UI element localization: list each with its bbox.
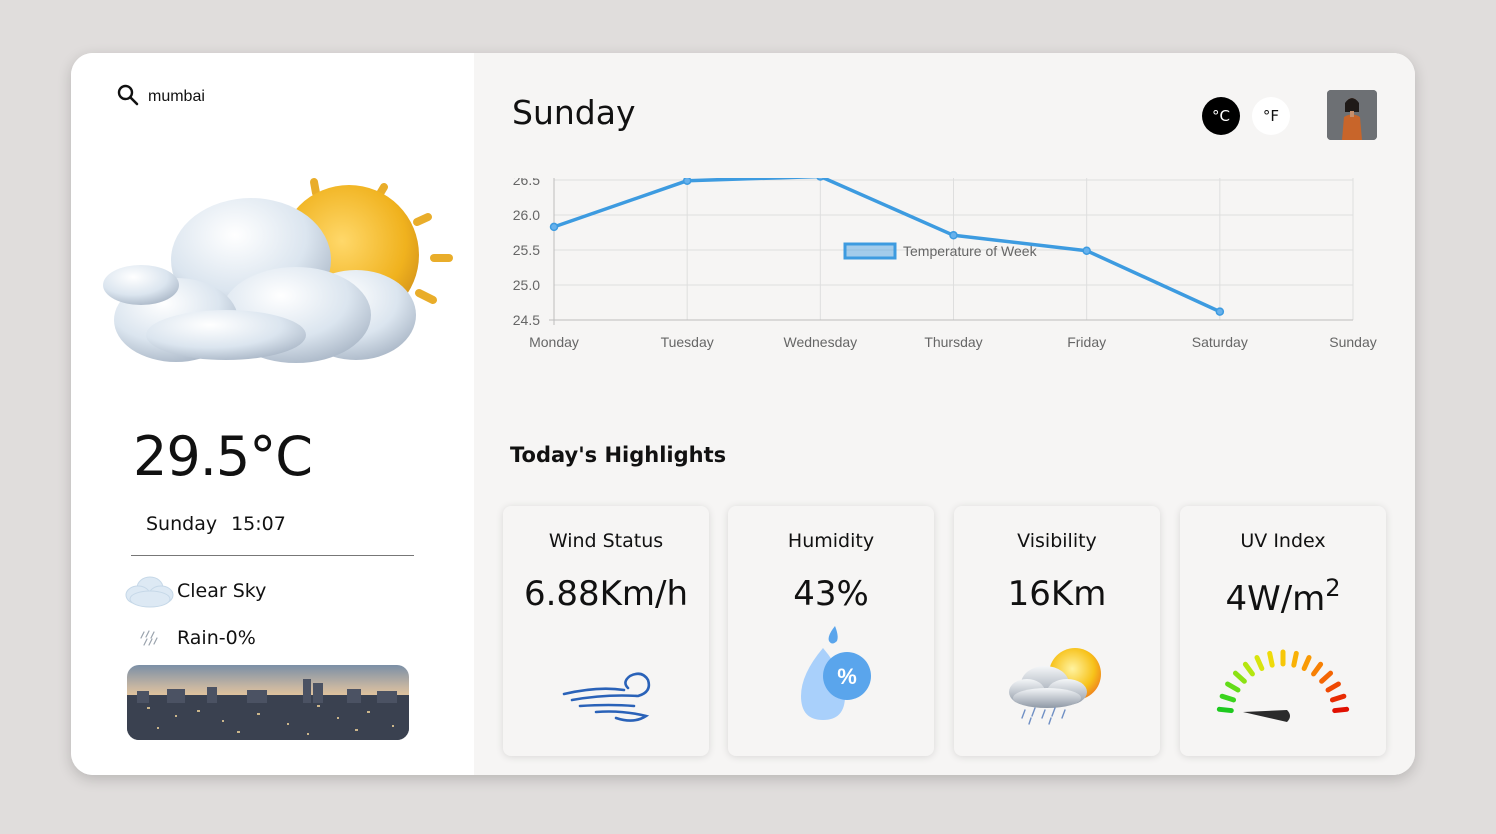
search-icon[interactable]: [116, 83, 140, 111]
gauge-tick: [1329, 693, 1347, 703]
data-point[interactable]: [816, 178, 825, 181]
uv-index-value: 4W/m: [1225, 579, 1326, 619]
right-panel: Sunday °C °F Temperature of Week 27.026.…: [474, 53, 1415, 775]
legend-label: Temperature of Week: [903, 243, 1038, 259]
gauge-tick: [1311, 661, 1324, 677]
gauge-tick: [1301, 655, 1312, 671]
gauge-tick: [1267, 650, 1275, 668]
x-tick-label: Saturday: [1192, 334, 1248, 350]
data-point[interactable]: [549, 222, 559, 232]
search-bar: [116, 83, 368, 111]
uv-index-value-wrap: 4W/m2: [1180, 574, 1386, 619]
x-tick-label: Sunday: [1329, 334, 1376, 350]
gauge-tick: [1219, 693, 1237, 703]
uv-index-card: UV Index 4W/m2: [1180, 506, 1386, 756]
x-tick-label: Friday: [1067, 334, 1106, 350]
current-day: Sunday: [146, 513, 218, 535]
visibility-label: Visibility: [1017, 530, 1097, 552]
svg-text:%: %: [837, 664, 857, 689]
data-point[interactable]: [1082, 246, 1091, 255]
data-point[interactable]: [949, 231, 958, 240]
city-image: [127, 665, 409, 740]
gauge-tick: [1232, 670, 1247, 684]
x-tick-label: Tuesday: [661, 334, 714, 350]
celsius-button[interactable]: °C: [1202, 97, 1240, 135]
gauge-tick: [1291, 650, 1299, 668]
wind-icon: [503, 670, 709, 726]
visibility-card: Visibility 16Km: [954, 506, 1160, 756]
gauge-icon: [1180, 646, 1386, 726]
condition-row: Clear Sky: [123, 573, 266, 609]
gauge-tick: [1225, 681, 1241, 693]
humidity-card: Humidity 43% %: [728, 506, 934, 756]
gauge-tick: [1332, 706, 1350, 714]
legend-swatch: [843, 242, 897, 260]
current-time: 15:07: [231, 513, 286, 535]
partly-cloudy-icon: [101, 175, 463, 370]
temperature-chart: Temperature of Week 27.026.526.025.525.0…: [513, 178, 1377, 350]
gauge-tick: [1254, 655, 1265, 671]
x-tick-label: Wednesday: [783, 334, 857, 350]
gauge-tick: [1325, 681, 1341, 693]
cloud-sun-rain-icon: [954, 646, 1160, 726]
rain-row: Rain-0%: [123, 627, 256, 649]
x-tick-label: Monday: [529, 334, 579, 350]
uv-index-unit-exponent: 2: [1325, 574, 1341, 602]
humidity-label: Humidity: [787, 530, 875, 552]
cloud-icon: [123, 573, 177, 609]
gauge-tick: [1242, 661, 1255, 677]
avatar[interactable]: [1327, 90, 1377, 140]
highlights-title: Today's Highlights: [510, 443, 727, 467]
current-temperature: 29.5°C: [133, 425, 313, 488]
x-tick-label: Thursday: [924, 334, 982, 350]
y-tick-label: 26.5: [513, 178, 540, 188]
y-tick-label: 25.0: [513, 277, 540, 293]
fahrenheit-button[interactable]: °F: [1252, 97, 1290, 135]
wind-status-value: 6.88Km/h: [523, 574, 689, 614]
current-datetime: Sunday 15:07: [146, 513, 286, 535]
rain-icon: [123, 628, 177, 648]
y-tick-label: 24.5: [513, 312, 540, 328]
uv-index-label: UV Index: [1240, 530, 1326, 552]
data-point[interactable]: [682, 178, 692, 185]
y-tick-label: 25.5: [513, 242, 540, 258]
wind-status-label: Wind Status: [548, 530, 664, 552]
rain-label: Rain-0%: [177, 627, 256, 649]
left-panel: 29.5°C Sunday 15:07 Clear Sky: [71, 53, 474, 775]
page-title: Sunday: [512, 93, 636, 132]
weather-app-card: 29.5°C Sunday 15:07 Clear Sky: [71, 53, 1415, 775]
divider: [131, 555, 414, 556]
data-point[interactable]: [1215, 307, 1225, 316]
condition-label: Clear Sky: [177, 580, 267, 602]
y-tick-label: 26.0: [513, 207, 540, 223]
humidity-drop-icon: %: [728, 626, 934, 726]
gauge-tick: [1319, 670, 1334, 684]
search-input[interactable]: [148, 88, 368, 106]
humidity-value: 43%: [793, 574, 869, 614]
gauge-needle: [1243, 710, 1290, 722]
gauge-tick: [1216, 706, 1234, 714]
wind-status-card: Wind Status 6.88Km/h: [503, 506, 709, 756]
visibility-value: 16Km: [1007, 574, 1107, 614]
